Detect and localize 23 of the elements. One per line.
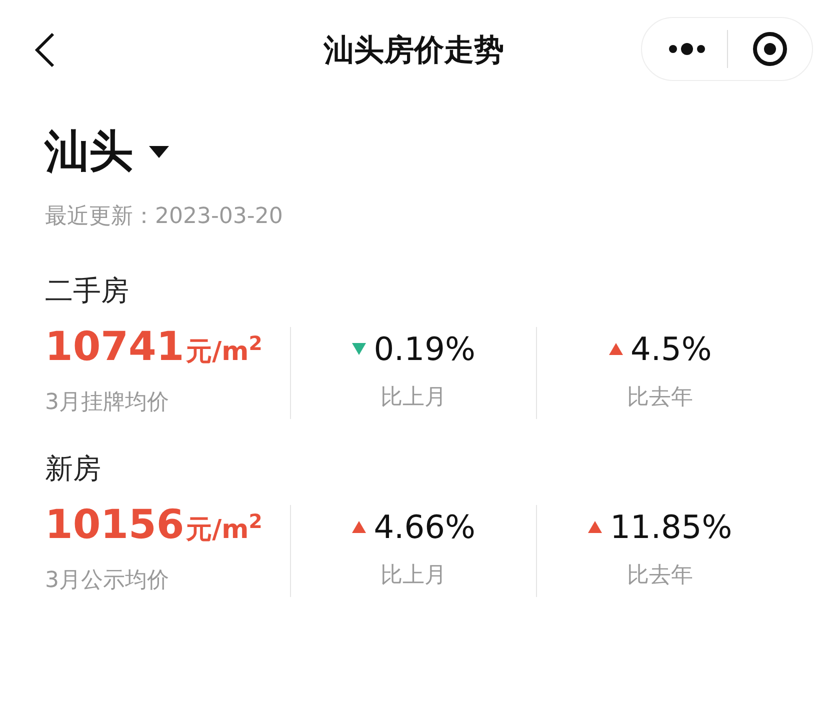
back-icon[interactable] bbox=[34, 32, 56, 68]
dropdown-icon[interactable] bbox=[149, 146, 169, 158]
page-title: 汕头房价走势 bbox=[324, 32, 504, 70]
price-label: 3月公示均价 bbox=[45, 567, 170, 595]
change-value: 4.5% bbox=[630, 332, 712, 364]
change-value: 4.66% bbox=[374, 510, 476, 542]
price-label: 3月挂牌均价 bbox=[45, 389, 170, 417]
update-time: 最近更新：2023-03-20 bbox=[45, 203, 284, 231]
change-value: 11.85% bbox=[610, 510, 732, 542]
change-value: 0.19% bbox=[374, 332, 476, 364]
close-icon[interactable] bbox=[752, 31, 788, 67]
more-icon[interactable] bbox=[668, 42, 706, 56]
change-label: 比去年 bbox=[627, 562, 694, 590]
price-unit: 元/m$^{2}$ bbox=[186, 333, 262, 369]
section-title: 二手房 bbox=[45, 277, 130, 305]
price-value: 10741 bbox=[45, 327, 184, 367]
change-label: 比上月 bbox=[380, 562, 447, 590]
section-title: 新房 bbox=[45, 455, 102, 483]
change-label: 比去年 bbox=[627, 384, 694, 412]
change-label: 比上月 bbox=[380, 384, 447, 412]
price-value: 10156 bbox=[45, 505, 184, 545]
price-unit: 元/m$^{2}$ bbox=[186, 511, 262, 547]
city-selector[interactable]: 汕头 bbox=[45, 130, 133, 174]
